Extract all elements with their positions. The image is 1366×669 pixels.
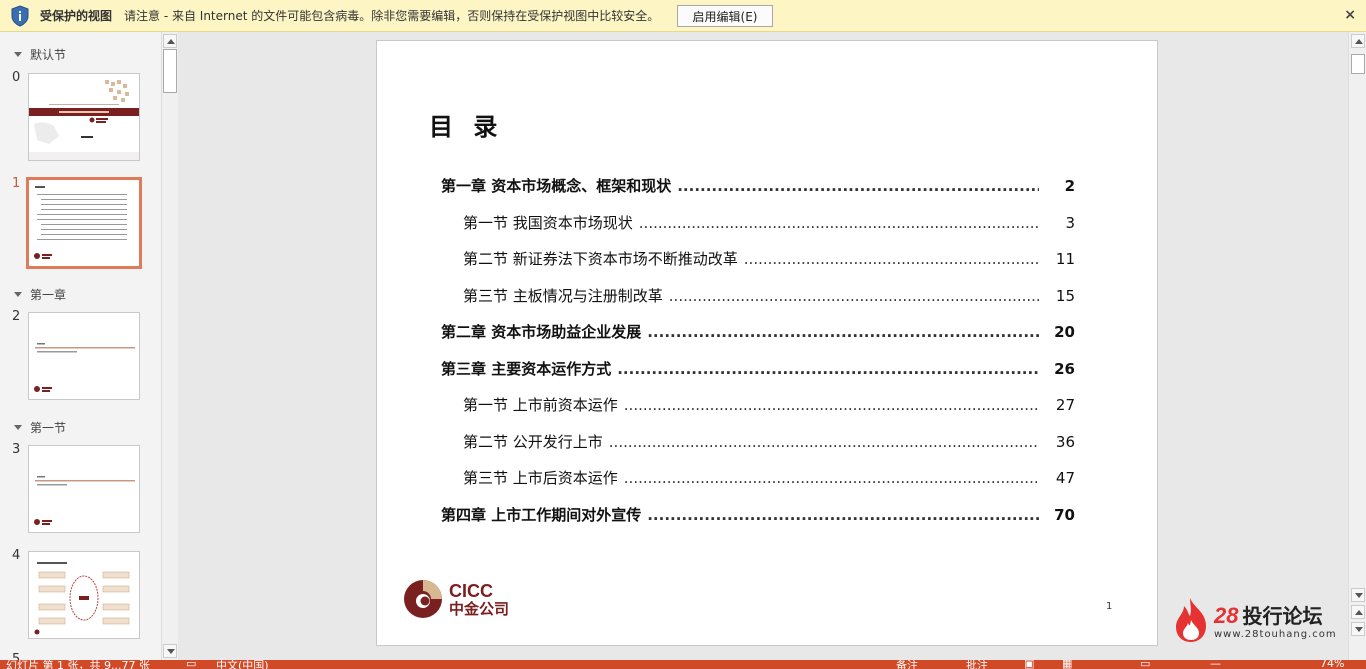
logo-chinese: 中金公司: [449, 599, 510, 618]
toc-leader-dots: ........................................…: [608, 433, 1039, 451]
slide-thumbnail-pane: 默认节 0 1 第一章 2 第一节 3 4 5: [0, 32, 161, 660]
double-arrow-down-icon: [1355, 627, 1363, 632]
site-watermark: 28 投行论坛 www.28touhang.com: [1172, 596, 1337, 644]
toc-entry: 第二节 公开发行上市 .............................…: [463, 433, 1075, 451]
slide-title: 目 录: [429, 113, 504, 141]
protected-view-message: 请注意 - 来自 Internet 的文件可能包含病毒。除非您需要编辑，否则保持…: [124, 9, 660, 23]
scroll-thumb[interactable]: [163, 49, 177, 93]
slide-thumbnail-image: [34, 343, 135, 392]
slide-number: 0: [12, 70, 21, 85]
slide-number: 4: [12, 548, 21, 563]
toc-leader-dots: ........................................…: [623, 469, 1039, 487]
comments-button[interactable]: 批注: [966, 660, 988, 669]
slide-thumbnail-4[interactable]: [28, 551, 140, 639]
double-arrow-up-icon: [1355, 610, 1363, 615]
language-indicator[interactable]: 中文(中国): [216, 660, 269, 669]
scroll-down-button[interactable]: [163, 644, 177, 658]
slide-vertical-scrollbar[interactable]: [1348, 32, 1366, 660]
logo-english: CICC: [449, 580, 493, 601]
section-header-default[interactable]: 默认节: [14, 46, 66, 63]
scroll-up-button[interactable]: [163, 34, 177, 48]
cicc-logo-mark-icon: [404, 580, 442, 618]
watermark-url: www.28touhang.com: [1214, 629, 1337, 640]
arrow-up-icon: [167, 39, 175, 44]
thumbnail-pane-scrollbar[interactable]: [161, 32, 177, 660]
slide-thumbnail-image: [34, 186, 127, 259]
slide-thumbnail-1-selected[interactable]: [26, 177, 142, 269]
toc-entry: 第一节 上市前资本运作 ............................…: [463, 396, 1075, 414]
zoom-level[interactable]: 74%: [1320, 660, 1344, 669]
scroll-thumb[interactable]: [1351, 54, 1365, 74]
slide-sorter-icon[interactable]: ▦: [1062, 660, 1072, 669]
slide-thumbnail-2[interactable]: [28, 312, 140, 400]
toc-entry: 第一章 资本市场概念、框架和现状 .......................…: [441, 177, 1075, 195]
slide-number: 5: [12, 652, 21, 660]
toc-entry: 第二章 资本市场助益企业发展 .........................…: [441, 323, 1075, 341]
reading-view-icon[interactable]: ▭: [1140, 660, 1150, 669]
arrow-down-icon: [1355, 593, 1363, 598]
status-bar: 幻灯片 第 1 张，共 9...77 张 ▭ 中文(中国) 备注 批注 ▣ ▦ …: [0, 660, 1366, 669]
slide-thumbnail-image: [34, 562, 130, 635]
toc-entry: 第二节 新证券法下资本市场不断推动改革 ....................…: [463, 250, 1075, 268]
protected-view-title: 受保护的视图: [40, 9, 113, 23]
protected-view-bar: 受保护的视图 请注意 - 来自 Internet 的文件可能包含病毒。除非您需要…: [0, 0, 1366, 32]
toc-entry: 第三章 主要资本运作方式 ...........................…: [441, 360, 1075, 378]
toc-leader-dots: ........................................…: [743, 250, 1039, 268]
arrow-down-icon: [167, 649, 175, 654]
toc-leader-dots: ........................................…: [623, 396, 1039, 414]
flame-icon: [1176, 598, 1206, 642]
slide-info: 幻灯片 第 1 张，共 9...77 张: [6, 660, 150, 669]
close-icon[interactable]: ×: [1344, 7, 1356, 23]
shield-icon: [11, 4, 29, 27]
toc-entry: 第三节 上市后资本运作 ............................…: [463, 469, 1075, 487]
current-slide[interactable]: 目 录 第一章 资本市场概念、框架和现状 ...................…: [376, 40, 1158, 646]
toc-entry: 第三节 主板情况与注册制改革 .........................…: [463, 287, 1075, 305]
slide-thumbnail-image: [29, 80, 139, 160]
toc-entry: 第四章 上市工作期间对外宣传 .........................…: [441, 506, 1075, 524]
arrow-up-icon: [1355, 39, 1363, 44]
watermark-name: 投行论坛: [1242, 604, 1323, 628]
toc-leader-dots: ........................................…: [647, 506, 1039, 524]
zoom-slider[interactable]: —: [1210, 660, 1221, 669]
toc-entry: 第一节 我国资本市场现状 ...........................…: [463, 214, 1075, 232]
cicc-logo: CICC 中金公司: [403, 579, 509, 619]
slide-number: 3: [12, 442, 21, 457]
collapse-triangle-icon[interactable]: [14, 425, 22, 430]
proofing-icon[interactable]: ▭: [186, 660, 196, 669]
next-slide-button[interactable]: [1351, 622, 1365, 636]
section-header-chapter1[interactable]: 第一章: [14, 286, 66, 303]
watermark-number: 28: [1214, 603, 1239, 628]
scroll-down-button[interactable]: [1351, 588, 1365, 602]
slide-thumbnail-0[interactable]: [28, 73, 140, 161]
toc-leader-dots: ........................................…: [638, 214, 1039, 232]
enable-editing-button[interactable]: 启用编辑(E): [677, 5, 773, 27]
slide-page-number: 1: [1106, 601, 1113, 612]
toc-leader-dots: ........................................…: [647, 323, 1039, 341]
notes-button[interactable]: 备注: [896, 660, 918, 669]
toc-leader-dots: ........................................…: [668, 287, 1039, 305]
slide-number: 1: [12, 176, 21, 191]
normal-view-icon[interactable]: ▣: [1024, 660, 1034, 669]
toc-leader-dots: ........................................…: [617, 360, 1039, 378]
scroll-up-button[interactable]: [1351, 34, 1365, 48]
section-header-section1[interactable]: 第一节: [14, 419, 66, 436]
toc-leader-dots: ........................................…: [677, 177, 1039, 195]
collapse-triangle-icon[interactable]: [14, 292, 22, 297]
previous-slide-button[interactable]: [1351, 605, 1365, 619]
slide-thumbnail-3[interactable]: [28, 445, 140, 533]
slide-thumbnail-image: [34, 476, 135, 525]
collapse-triangle-icon[interactable]: [14, 52, 22, 57]
slide-number: 2: [12, 309, 21, 324]
